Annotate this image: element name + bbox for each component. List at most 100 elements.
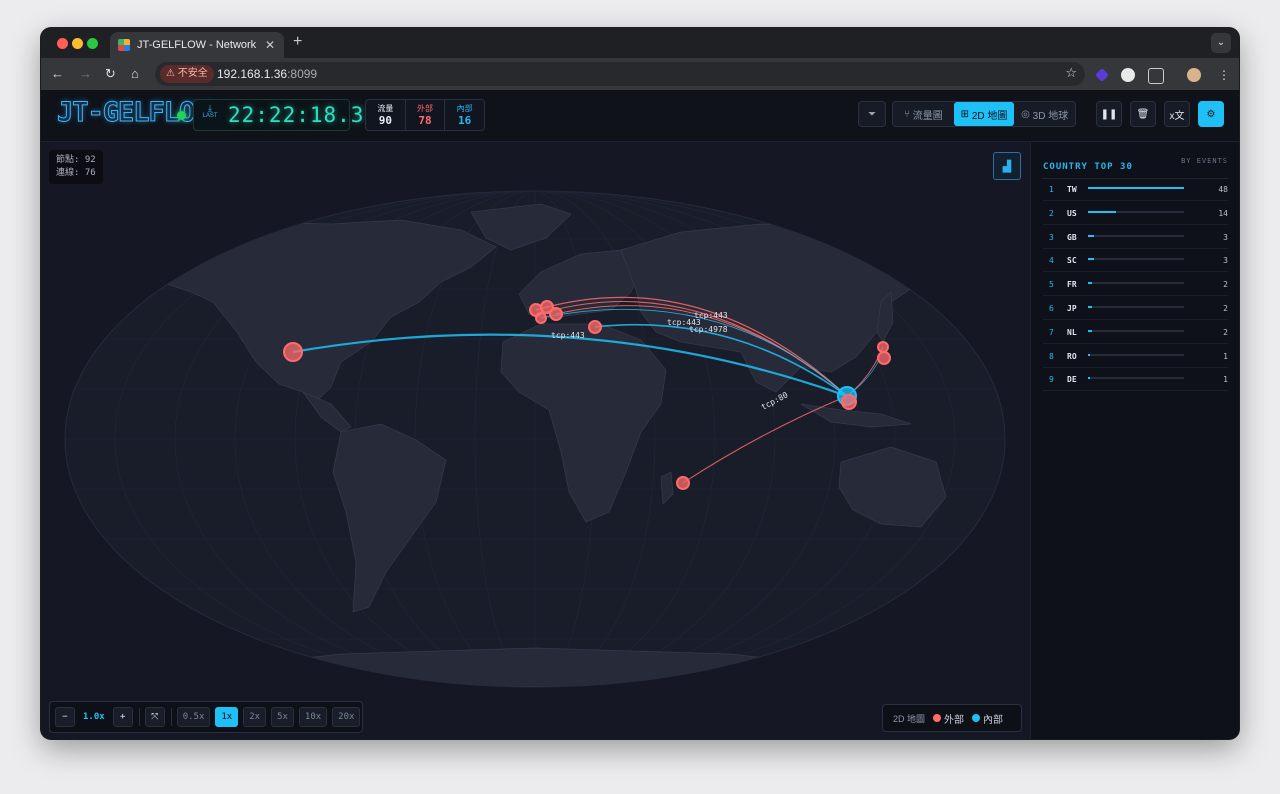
geo-node[interactable]: [588, 320, 602, 334]
new-tab-icon[interactable]: +: [293, 33, 302, 51]
counter-total: 流量 90: [366, 100, 405, 130]
country-panel-header: COUNTRY TOP 30 BY EVENTS: [1043, 156, 1228, 179]
country-bar-fill: [1088, 187, 1184, 189]
browser-window: JT-GELFLOW - Network Traffi ✕ + ⌄ ← → ↻ …: [41, 28, 1239, 739]
filter-button[interactable]: ⏷: [858, 101, 886, 127]
map-stage[interactable]: tcp:443 tcp:443 tcp:4978 tcp:443 tcp:80 節點: …: [41, 142, 1030, 739]
country-code: NL: [1067, 327, 1077, 337]
trash-icon: 🗑: [1136, 108, 1150, 120]
country-count: 3: [1223, 232, 1228, 242]
speed-5x[interactable]: 5x: [271, 707, 294, 727]
zoom-out-button[interactable]: −: [55, 707, 75, 727]
counter-total-value: 90: [378, 114, 392, 127]
tab-flow-graph[interactable]: ⑂ 流量圖: [893, 102, 954, 126]
speed-2x[interactable]: 2x: [243, 707, 267, 727]
zoom-in-button[interactable]: +: [112, 707, 133, 727]
last-event-clock: ⤓ LAST 22:22:18.37: [193, 99, 377, 131]
country-bar-fill: [1088, 353, 1090, 356]
bookmark-star-icon[interactable]: ☆: [1065, 65, 1077, 81]
tab-search-chevron-icon[interactable]: ⌄: [1211, 33, 1231, 53]
country-code: JP: [1067, 304, 1077, 313]
country-bar-fill: [1088, 282, 1092, 285]
address-bar: ← → ↻ ⌂ ⚠ 不安全 192.168.1.36:8099 ☆: [41, 58, 1239, 91]
legend-title: 2D 地圖: [893, 713, 926, 724]
insecure-badge[interactable]: ⚠ 不安全: [160, 65, 214, 83]
app-header: JT-GELFLOW ⤓ LAST 22:22:18.37 流量 90 外部 78 內…: [41, 91, 1239, 142]
country-code: US: [1067, 208, 1077, 218]
settings-button[interactable]: ⚙: [1198, 101, 1224, 127]
geo-node[interactable]: [549, 307, 563, 321]
app-logo: JT-GELFLOW: [57, 97, 212, 129]
country-bar-fill: [1088, 234, 1094, 237]
counter-external-value: 78: [418, 114, 432, 127]
extension-profile-icon[interactable]: [1121, 68, 1135, 82]
close-window-button[interactable]: [57, 38, 68, 49]
counter-external: 外部 78: [404, 100, 445, 130]
country-count: 2: [1223, 280, 1228, 290]
counter-internal-label: 內部: [456, 104, 473, 113]
maximize-window-button[interactable]: [87, 38, 98, 49]
insecure-label: 不安全: [177, 68, 208, 79]
country-bar: [1088, 187, 1184, 189]
country-row[interactable]: 9 DE 1: [1043, 367, 1228, 392]
tab-strip: JT-GELFLOW - Network Traffi ✕ + ⌄: [41, 28, 1239, 58]
geo-node[interactable]: [676, 476, 690, 490]
clear-button[interactable]: 🗑: [1130, 101, 1156, 127]
country-row[interactable]: 3 GB 3: [1043, 225, 1228, 249]
tab-2d-map[interactable]: ⊞ 2D 地圖: [953, 102, 1015, 126]
browser-tab[interactable]: JT-GELFLOW - Network Traffi ✕: [110, 32, 284, 58]
close-tab-icon[interactable]: ✕: [265, 38, 275, 52]
tab-title: JT-GELFLOW - Network Traffi: [137, 39, 259, 51]
geo-node[interactable]: [877, 351, 891, 365]
country-row[interactable]: 8 RO 1: [1043, 344, 1228, 368]
country-row[interactable]: 5 FR 2: [1043, 272, 1228, 297]
fit-view-button[interactable]: ⤧: [144, 707, 165, 727]
geo-node[interactable]: [841, 394, 857, 410]
language-button[interactable]: x文: [1164, 101, 1190, 127]
speed-10x[interactable]: 10x: [298, 707, 328, 727]
external-dot-icon: [933, 714, 942, 722]
forward-arrow-icon[interactable]: →: [79, 66, 92, 81]
world-map[interactable]: tcp:443tcp:443tcp:4978tcp:443tcp:80: [41, 142, 1030, 739]
home-icon[interactable]: ⌂: [131, 66, 139, 81]
minimize-window-button[interactable]: [72, 38, 83, 49]
globe-icon: ◎: [1021, 108, 1033, 120]
traffic-counters: 流量 90 外部 78 內部 16: [365, 99, 485, 131]
geo-node[interactable]: [535, 312, 547, 324]
country-row[interactable]: 6 JP 2: [1043, 296, 1228, 320]
country-row[interactable]: 7 NL 2: [1043, 320, 1228, 344]
extensions-puzzle-icon[interactable]: [1148, 68, 1164, 84]
reload-icon[interactable]: ↻: [105, 66, 116, 82]
speed-1x[interactable]: 1x: [215, 707, 239, 727]
counter-internal: 內部 16: [444, 100, 484, 130]
speed-0-5x[interactable]: 0.5x: [176, 707, 211, 727]
last-text: LAST: [202, 113, 218, 119]
geo-node[interactable]: [877, 341, 889, 353]
profile-avatar[interactable]: [1187, 68, 1201, 82]
country-code: SC: [1067, 256, 1077, 266]
flow-label: tcp:443: [551, 331, 585, 340]
bar-chart-icon: ▟: [1002, 160, 1012, 173]
link-count: 連線: 76: [56, 168, 96, 178]
url-text[interactable]: 192.168.1.36:8099: [217, 67, 317, 81]
internal-dot-icon: [972, 714, 981, 722]
tab-3d-globe[interactable]: ◎ 3D 地球: [1014, 102, 1075, 126]
url-omnibox[interactable]: ⚠ 不安全 192.168.1.36:8099 ☆: [155, 62, 1085, 86]
geo-node[interactable]: [283, 342, 303, 362]
node-count: 節點: 92: [56, 155, 96, 165]
country-count: 3: [1223, 256, 1228, 266]
back-arrow-icon[interactable]: ←: [51, 66, 64, 81]
country-rank: 7: [1049, 327, 1054, 337]
pause-button[interactable]: ❚❚: [1096, 101, 1122, 127]
speed-20x[interactable]: 20x: [332, 707, 361, 727]
country-row[interactable]: 1 TW 48: [1043, 177, 1228, 201]
divider: [170, 708, 172, 726]
country-row[interactable]: 2 US 14: [1043, 201, 1228, 225]
stats-chart-button[interactable]: ▟: [993, 152, 1021, 180]
browser-menu-icon[interactable]: ⋮: [1217, 68, 1231, 82]
country-bar-fill: [1088, 306, 1092, 308]
country-rank: 9: [1049, 375, 1054, 385]
country-bar: [1088, 329, 1184, 332]
country-row[interactable]: 4 SC 3: [1043, 248, 1228, 273]
country-code: FR: [1067, 280, 1077, 290]
